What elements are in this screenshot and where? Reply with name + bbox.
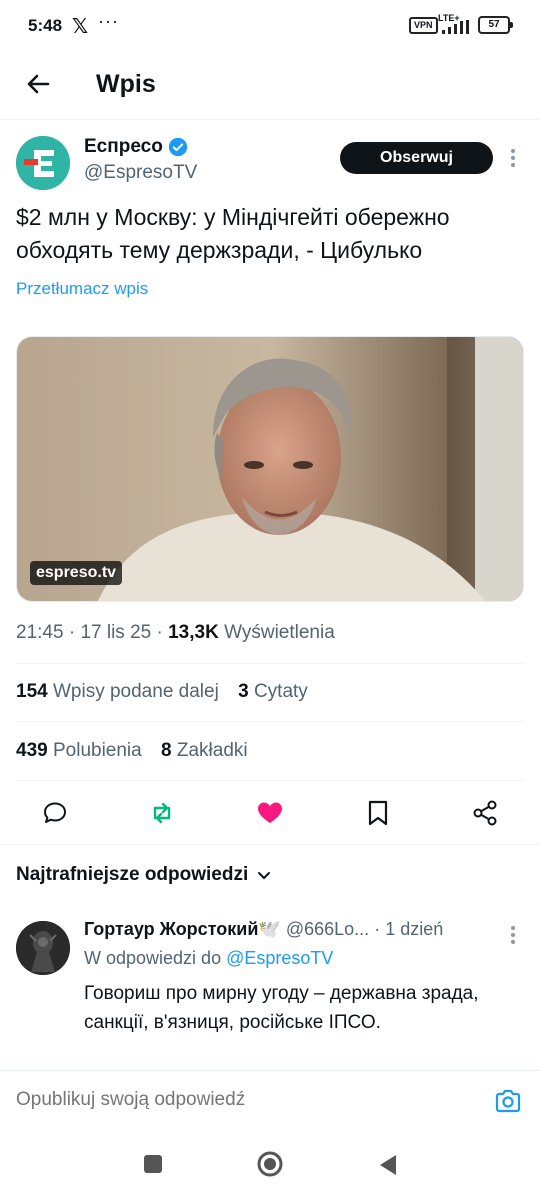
- espreso-logo-icon: [16, 136, 70, 190]
- reply-to-line: W odpowiedzi do @EspresoTV: [84, 948, 334, 968]
- dark-figure-avatar-icon: [16, 921, 70, 975]
- replies-sort-dropdown[interactable]: Najtrafniejsze odpowiedzi: [16, 864, 272, 886]
- system-nav-bar: [0, 1132, 540, 1200]
- reply-author-name[interactable]: Гортаур Жорстокий🕊️: [84, 919, 281, 939]
- heart-filled-icon[interactable]: [255, 798, 285, 828]
- reply-header: Гортаур Жорстокий🕊️ @666Lo... · 1 dzień: [84, 919, 504, 940]
- home-icon[interactable]: [257, 1151, 283, 1177]
- reply-avatar[interactable]: [16, 921, 70, 975]
- more-notifications-icon: ···: [98, 11, 119, 31]
- status-time: 5:48: [28, 16, 63, 35]
- author-name[interactable]: Еспресо: [84, 136, 188, 158]
- verified-badge-icon: [168, 137, 187, 157]
- reply-input[interactable]: [16, 1089, 456, 1111]
- status-bar: 5:48 𝕏 ··· VPN LTE+ 57: [0, 0, 540, 52]
- reply-more-options-icon[interactable]: [505, 924, 521, 946]
- reply-author-handle[interactable]: @666Lo...: [286, 919, 369, 939]
- top-app-bar: Wpis: [0, 52, 540, 120]
- media-source-badge: espreso.tv: [30, 561, 123, 585]
- views-label: Wyświetlenia: [224, 622, 335, 643]
- tweet-date: 17 lis 25: [80, 622, 152, 643]
- reply-composer: [0, 1070, 540, 1132]
- page-title: Wpis: [96, 70, 156, 98]
- tweet-time: 21:45: [16, 622, 64, 643]
- translate-link[interactable]: Przetłumacz wpis: [16, 279, 148, 299]
- author-handle[interactable]: @EspresoTV: [84, 162, 197, 184]
- repost-icon[interactable]: [147, 798, 177, 828]
- vpn-icon: VPN: [409, 17, 438, 34]
- author-avatar[interactable]: [16, 136, 70, 190]
- divider: [0, 844, 540, 845]
- recent-apps-icon[interactable]: [143, 1154, 163, 1174]
- arrow-left-icon[interactable]: [22, 68, 54, 100]
- reply-icon[interactable]: [40, 798, 70, 828]
- tweet-text: $2 млн у Москву: у Міндічгейті обережно …: [16, 204, 450, 263]
- likes-stat[interactable]: 439 Polubienia: [16, 740, 142, 762]
- more-options-icon[interactable]: [505, 147, 521, 169]
- quotes-stat[interactable]: 3 Cytaty: [238, 681, 308, 703]
- sort-label: Najtrafniejsze odpowiedzi: [16, 864, 249, 885]
- bookmark-icon[interactable]: [363, 798, 393, 828]
- bookmarks-stat[interactable]: 8 Zakładki: [161, 740, 248, 762]
- signal-icon: [442, 20, 469, 34]
- battery-icon: 57: [478, 16, 513, 34]
- reply-to-handle[interactable]: @EspresoTV: [226, 948, 333, 968]
- divider: [16, 663, 524, 664]
- follow-button[interactable]: Obserwuj: [340, 142, 493, 174]
- stats-row-likes: 439 Polubienia 8 Zakładki: [16, 740, 262, 762]
- share-icon[interactable]: [470, 798, 500, 828]
- camera-icon[interactable]: [494, 1087, 522, 1115]
- stats-row-reposts: 154 Wpisy podane dalej 3 Cytaty: [16, 681, 322, 703]
- divider: [16, 721, 524, 722]
- chevron-down-icon: [258, 872, 271, 879]
- author-name-text: Еспресо: [84, 136, 163, 157]
- views-count: 13,3K: [168, 622, 219, 643]
- back-nav-icon[interactable]: [378, 1154, 398, 1176]
- divider: [16, 780, 524, 781]
- tweet-actions: [0, 790, 540, 836]
- reply-time: · 1 dzień: [374, 919, 444, 939]
- x-app-icon: 𝕏: [72, 16, 89, 38]
- reposts-stat[interactable]: 154 Wpisy podane dalej: [16, 681, 219, 703]
- tweet-meta: 21:45 · 17 lis 25 · 13,3K Wyświetlenia: [16, 622, 335, 643]
- reply-text: Говориш про мирну угоду – державна зрада…: [84, 983, 479, 1033]
